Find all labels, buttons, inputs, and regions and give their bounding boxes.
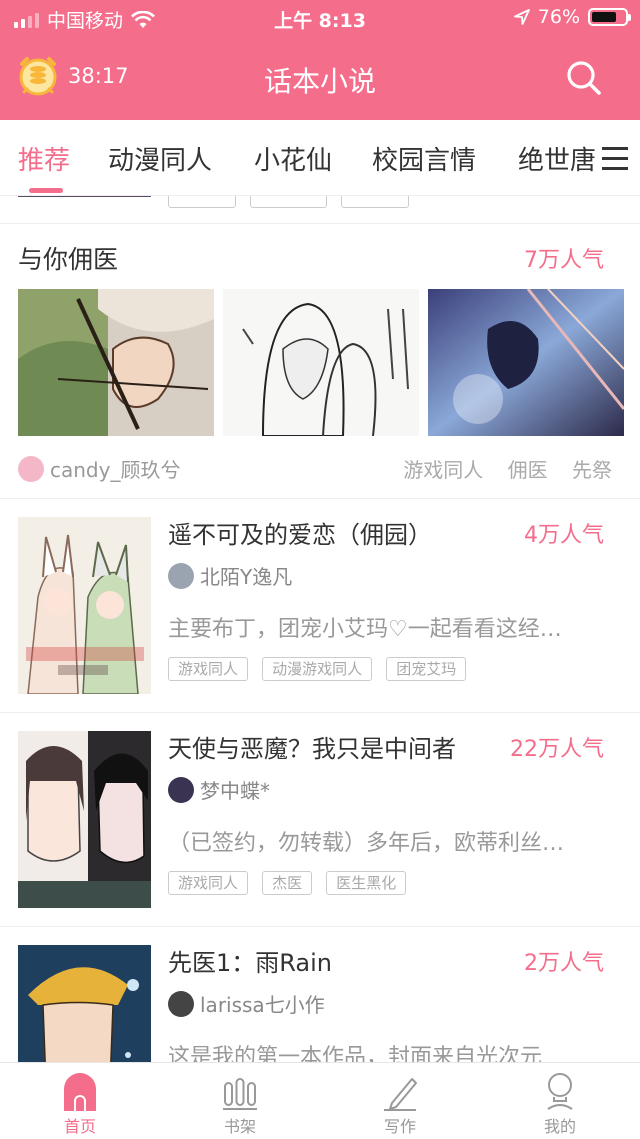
status-bar: 中国移动 上午 8:13 76% (0, 0, 640, 36)
tag[interactable]: 游戏同人 (168, 871, 249, 895)
story-popularity: 2万人气 (524, 951, 604, 976)
tabs-menu-icon[interactable] (600, 120, 640, 195)
nav-label: 首页 (63, 1117, 96, 1136)
battery-icon (588, 8, 631, 26)
tag[interactable]: 游戏同人 (403, 458, 483, 482)
avatar (168, 562, 194, 589)
category-tabs: 推荐 动漫同人 小花仙 校园言情 绝世唐 (0, 120, 640, 196)
tag[interactable]: 动漫游戏同人 (262, 657, 373, 681)
page-title: 话本小说 (263, 65, 376, 98)
featured-image-1 (18, 289, 214, 436)
nav-label: 书架 (223, 1117, 256, 1136)
feed[interactable]: 与你佣医 7万人气 candy_顾玖兮 游戏同人 佣医 先祭 遥不可及的爱恋（佣… (0, 196, 640, 1062)
story-author[interactable]: 北陌Y逸凡 (168, 561, 292, 590)
story-description: 主要布丁，团宠小艾玛♡一起看看这经… (168, 617, 562, 642)
nav-label: 我的 (543, 1117, 576, 1136)
story-title: 遥不可及的爱恋（佣园） (168, 521, 432, 549)
nav-home[interactable]: 首页 (20, 1063, 140, 1139)
story-item[interactable]: 先医1：雨Rain 2万人气 larissa七小作 这是我的第一本作品，封面来自… (0, 926, 640, 1062)
story-description: （已签约，勿转载）多年后，欧蒂利丝… (168, 831, 565, 856)
featured-story-card[interactable]: 与你佣医 7万人气 candy_顾玖兮 游戏同人 佣医 先祭 (0, 223, 640, 498)
bookshelf-icon (223, 1078, 257, 1110)
story-title: 天使与恶魔？我只是中间者 (168, 735, 456, 763)
featured-tags: 游戏同人 佣医 先祭 (385, 454, 612, 483)
story-popularity: 22万人气 (510, 737, 604, 762)
pen-icon (384, 1078, 417, 1111)
cover-image (18, 196, 151, 197)
cover-image (18, 517, 151, 694)
tag[interactable]: 佣医 (508, 458, 548, 482)
featured-author-name: candy_顾玖兮 (50, 458, 181, 482)
nav-bookshelf[interactable]: 书架 (180, 1063, 300, 1139)
featured-image-2 (223, 289, 419, 436)
search-icon[interactable] (564, 58, 604, 98)
featured-image-3 (428, 289, 624, 436)
tag[interactable]: 团宠艾玛 (386, 657, 467, 681)
tab-juanshitang[interactable]: 绝世唐 (518, 140, 596, 177)
profile-icon (547, 1073, 573, 1110)
tag[interactable]: 杰医 (262, 871, 313, 895)
list-item[interactable] (0, 196, 640, 224)
tab-anime-fanfic[interactable]: 动漫同人 (108, 140, 212, 177)
featured-images (18, 289, 624, 436)
story-description: 这是我的第一本作品，封面来自光次元 (168, 1045, 543, 1062)
story-title: 先医1：雨Rain (168, 949, 333, 977)
tab-campus-romance[interactable]: 校园言情 (372, 140, 476, 177)
nav-write[interactable]: 写作 (340, 1063, 460, 1139)
title-bar: 38:17 话本小说 (0, 48, 640, 106)
story-item[interactable]: 天使与恶魔？我只是中间者 22万人气 梦中蝶* （已签约，勿转载）多年后，欧蒂利… (0, 712, 640, 926)
tag[interactable]: 游戏同人 (168, 657, 249, 681)
avatar (18, 455, 44, 482)
home-icon (64, 1073, 96, 1111)
tab-xiaohuaxian[interactable]: 小花仙 (254, 140, 332, 177)
story-tags: 游戏同人 动漫游戏同人 团宠艾玛 (168, 657, 475, 681)
cover-image (18, 945, 151, 1062)
nav-profile[interactable]: 我的 (500, 1063, 620, 1139)
featured-author[interactable]: candy_顾玖兮 (18, 454, 180, 483)
featured-title: 与你佣医 (18, 245, 119, 274)
tab-recommend[interactable]: 推荐 (18, 140, 70, 177)
story-author-name: 梦中蝶* (200, 779, 270, 803)
avatar (168, 776, 194, 803)
bottom-nav: 首页 书架 写作 我的 (0, 1062, 640, 1139)
active-tab-indicator (29, 188, 63, 193)
nav-label: 写作 (383, 1117, 416, 1136)
story-author[interactable]: 梦中蝶* (168, 775, 270, 804)
tag[interactable]: 医生黑化 (326, 871, 407, 895)
location-arrow-icon (513, 9, 530, 25)
story-tags: 游戏同人 杰医 医生黑化 (168, 871, 415, 895)
battery-percent: 76% (537, 6, 580, 28)
avatar (168, 990, 194, 1017)
app-header: 中国移动 上午 8:13 76% 38:17 话本小说 (0, 0, 640, 120)
tag[interactable]: 先祭 (572, 458, 612, 482)
story-author-name: larissa七小作 (200, 993, 325, 1017)
story-item[interactable]: 遥不可及的爱恋（佣园） 4万人气 北陌Y逸凡 主要布丁，团宠小艾玛♡一起看看这经… (0, 498, 640, 712)
cover-image (18, 731, 151, 908)
featured-popularity: 7万人气 (524, 248, 604, 273)
story-popularity: 4万人气 (524, 523, 604, 548)
story-author[interactable]: larissa七小作 (168, 989, 325, 1018)
story-author-name: 北陌Y逸凡 (200, 565, 293, 589)
